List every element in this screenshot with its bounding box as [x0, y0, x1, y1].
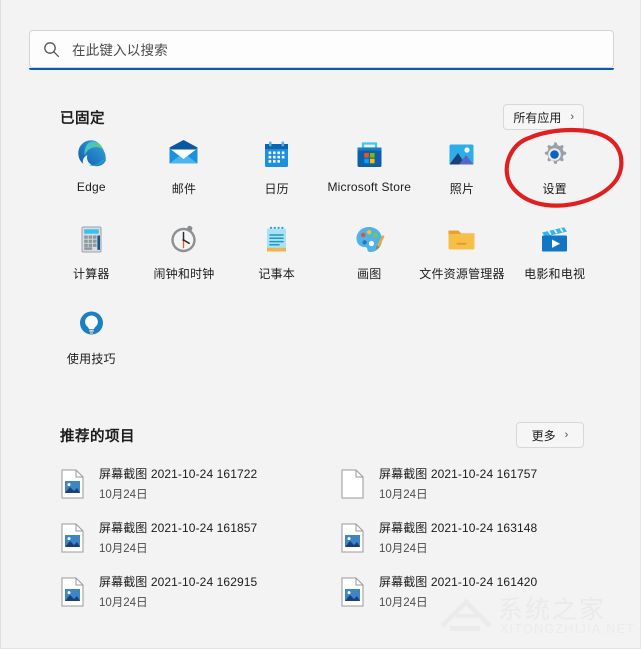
notepad-icon [260, 223, 293, 256]
list-item[interactable]: 屏幕截图 2021-10-24 161420 10月24日 [333, 570, 598, 613]
file-date: 10月24日 [99, 489, 148, 501]
app-label: 计算器 [73, 267, 110, 281]
app-tile-calendar[interactable]: 日历 [230, 138, 323, 210]
more-button[interactable]: 更多 › [516, 422, 584, 448]
file-name: 屏幕截图 2021-10-24 161722 [99, 467, 258, 481]
app-label: 邮件 [171, 182, 197, 196]
app-label: 日历 [264, 182, 289, 196]
file-name: 屏幕截图 2021-10-24 163148 [379, 521, 538, 535]
recommended-section-header: 推荐的项目 更多 › [60, 422, 584, 448]
pinned-title: 已固定 [60, 110, 105, 127]
app-tile-settings[interactable]: 设置 [508, 138, 601, 210]
app-label: 照片 [449, 182, 475, 196]
all-apps-button[interactable]: 所有应用 › [503, 104, 584, 130]
photos-icon [445, 138, 478, 171]
file-name: 屏幕截图 2021-10-24 162915 [99, 575, 258, 589]
file-date: 10月24日 [99, 597, 148, 609]
list-item[interactable]: 屏幕截图 2021-10-24 161722 10月24日 [53, 462, 318, 505]
app-label: 设置 [542, 182, 567, 196]
list-item[interactable]: 屏幕截图 2021-10-24 162915 10月24日 [53, 570, 318, 613]
search-input-container[interactable]: 在此键入以搜索 [29, 30, 614, 68]
file-date: 10月24日 [379, 597, 428, 609]
more-label: 更多 [531, 428, 556, 443]
search-bar[interactable]: 在此键入以搜索 [29, 30, 614, 70]
chevron-right-icon: › [570, 110, 574, 123]
image-file-icon [340, 523, 366, 553]
search-input[interactable]: 在此键入以搜索 [72, 39, 168, 59]
app-label: 电影和电视 [524, 267, 586, 281]
pinned-apps-grid: Edge 邮件 日历 Microsoft Store 照片 设置 计算器 闹钟和… [45, 138, 601, 380]
image-file-icon [60, 577, 86, 607]
file-name: 屏幕截图 2021-10-24 161757 [379, 467, 538, 481]
start-menu-panel: 在此键入以搜索 已固定 所有应用 › Edge 邮件 日历 Microsoft … [0, 0, 641, 649]
search-icon [43, 41, 60, 58]
watermark-text-en: XITONGZHIJIA.NET [500, 622, 636, 636]
app-tile-alarms-clock[interactable]: 闹钟和时钟 [138, 223, 231, 295]
file-date: 10月24日 [99, 543, 148, 555]
file-name: 屏幕截图 2021-10-24 161857 [99, 521, 258, 535]
microsoft-store-icon [353, 138, 386, 171]
app-label: Microsoft Store [327, 180, 412, 194]
image-file-icon [60, 469, 86, 499]
app-tile-paint[interactable]: 画图 [323, 223, 416, 295]
list-item[interactable]: 屏幕截图 2021-10-24 163148 10月24日 [333, 516, 598, 559]
app-label: 记事本 [258, 267, 295, 281]
mail-icon [167, 138, 200, 171]
settings-gear-icon [538, 138, 571, 171]
app-tile-mail[interactable]: 邮件 [138, 138, 231, 210]
app-label: 文件资源管理器 [419, 267, 505, 281]
app-tile-photos[interactable]: 照片 [416, 138, 509, 210]
app-label: 使用技巧 [66, 352, 116, 366]
edge-icon [75, 138, 108, 171]
all-apps-label: 所有应用 [513, 110, 562, 125]
file-name: 屏幕截图 2021-10-24 161420 [379, 575, 538, 589]
search-focus-underline [29, 68, 614, 70]
tips-lightbulb-icon [75, 308, 108, 341]
app-label: 闹钟和时钟 [153, 267, 215, 281]
alarms-clock-icon [167, 223, 200, 256]
recommended-items-list: 屏幕截图 2021-10-24 161722 10月24日 屏幕截图 2021-… [53, 462, 598, 613]
app-tile-microsoft-store[interactable]: Microsoft Store [323, 138, 416, 210]
image-file-icon [340, 577, 366, 607]
app-label: 画图 [357, 267, 382, 281]
file-date: 10月24日 [379, 489, 428, 501]
file-explorer-icon [445, 223, 478, 256]
app-tile-notepad[interactable]: 记事本 [230, 223, 323, 295]
app-tile-edge[interactable]: Edge [45, 138, 138, 210]
blank-file-icon [340, 469, 366, 499]
list-item[interactable]: 屏幕截图 2021-10-24 161857 10月24日 [53, 516, 318, 559]
recommended-title: 推荐的项目 [60, 428, 135, 445]
app-tile-tips[interactable]: 使用技巧 [45, 308, 138, 380]
movies-tv-icon [538, 223, 571, 256]
list-item[interactable]: 屏幕截图 2021-10-24 161757 10月24日 [333, 462, 598, 505]
app-tile-movies-tv[interactable]: 电影和电视 [508, 223, 601, 295]
image-file-icon [60, 523, 86, 553]
paint-palette-icon [353, 223, 386, 256]
app-label: Edge [76, 180, 106, 194]
app-tile-file-explorer[interactable]: 文件资源管理器 [416, 223, 509, 295]
pinned-section-header: 已固定 所有应用 › [60, 104, 584, 130]
calendar-icon [260, 138, 293, 171]
app-tile-calculator[interactable]: 计算器 [45, 223, 138, 295]
calculator-icon [75, 223, 108, 256]
chevron-right-icon: › [564, 428, 569, 441]
file-date: 10月24日 [379, 543, 428, 555]
